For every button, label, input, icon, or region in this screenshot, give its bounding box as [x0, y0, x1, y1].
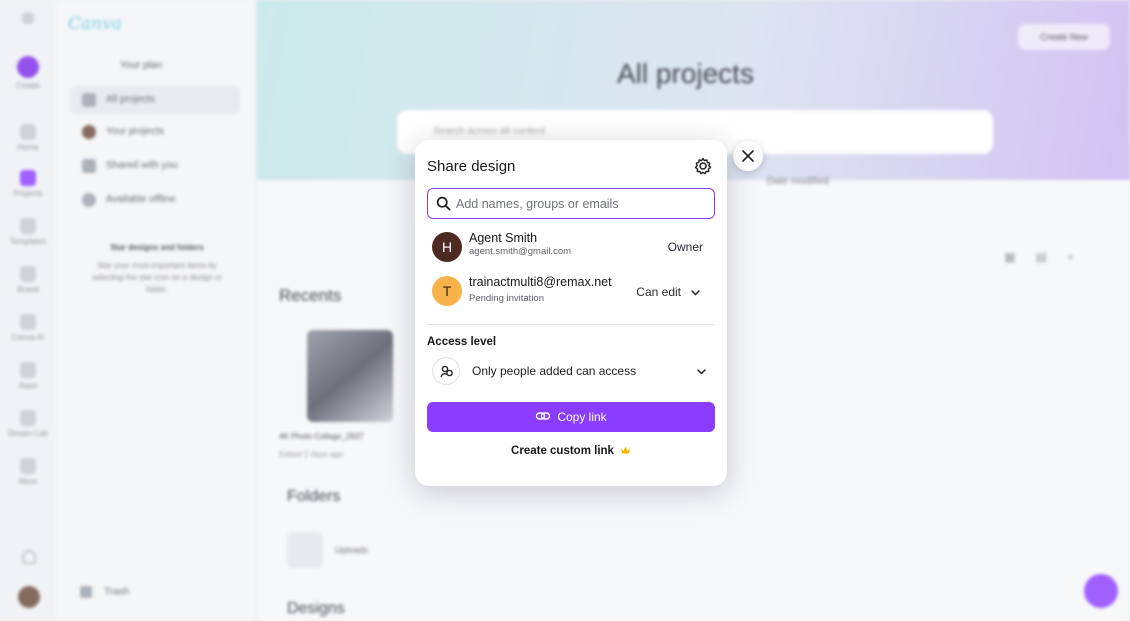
access-level-dropdown[interactable]: Only people added can access	[427, 354, 715, 388]
copy-link-label: Copy link	[557, 410, 607, 424]
people-group-icon	[432, 357, 460, 385]
custom-link-label: Create custom link	[511, 445, 614, 457]
permission-dropdown[interactable]: Can edit	[636, 282, 701, 302]
close-icon	[742, 150, 754, 162]
create-custom-link-button[interactable]: Create custom link	[415, 445, 727, 457]
modal-title: Share design	[427, 158, 516, 175]
share-design-modal: Share design H Agent Smith agent.smith@g…	[415, 140, 727, 486]
invite-input[interactable]	[456, 193, 706, 214]
search-icon	[436, 196, 451, 211]
copy-link-button[interactable]: Copy link	[427, 402, 715, 432]
divider	[427, 324, 715, 325]
access-level-value: Only people added can access	[472, 364, 637, 378]
collaborator-email: agent.smith@gmail.com	[469, 246, 572, 257]
chevron-down-icon	[691, 290, 700, 296]
link-icon	[536, 412, 551, 420]
settings-gear-icon[interactable]	[693, 156, 713, 176]
collaborator-name: trainactmulti8@remax.net	[469, 275, 612, 289]
avatar: T	[432, 276, 462, 306]
collaborator-row-pending: T trainactmulti8@remax.net Pending invit…	[427, 272, 715, 312]
permission-label: Can edit	[636, 285, 681, 299]
chevron-down-icon	[697, 369, 706, 375]
collaborator-row-owner: H Agent Smith agent.smith@gmail.com Owne…	[427, 228, 715, 268]
close-modal-button[interactable]	[733, 141, 763, 171]
invitation-status: Pending invitation	[469, 293, 544, 304]
access-level-heading: Access level	[427, 336, 497, 348]
crown-icon	[620, 446, 630, 454]
avatar: H	[432, 232, 462, 262]
collaborator-role: Owner	[667, 240, 703, 254]
invite-search-field[interactable]	[427, 188, 715, 219]
collaborator-name: Agent Smith	[469, 231, 538, 245]
